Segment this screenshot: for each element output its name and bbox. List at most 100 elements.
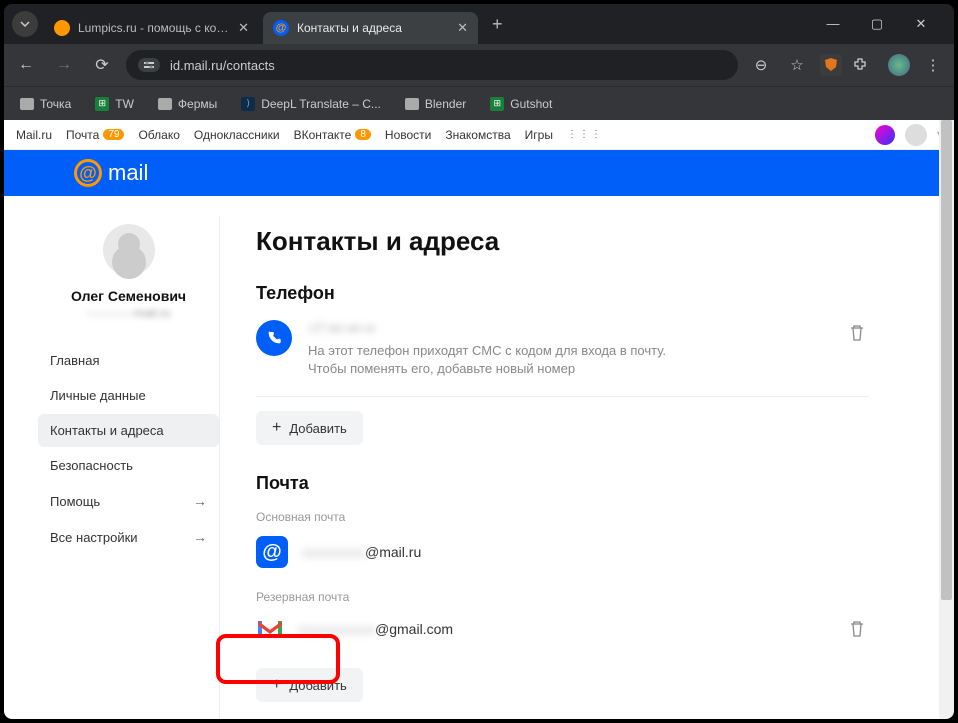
tab-close-button[interactable]: ✕ (457, 20, 468, 36)
topnav-link[interactable]: Игры (525, 128, 553, 142)
settings-panel: Контакты и адреса Телефон +7 ••• ••• •• … (219, 216, 919, 719)
bookmark-item[interactable]: Точка (14, 93, 77, 115)
mailru-icon: @ (256, 536, 288, 568)
add-email-button[interactable]: + Добавить (256, 668, 363, 702)
user-avatar[interactable] (103, 224, 155, 276)
zoom-icon[interactable]: ⊖ (748, 56, 774, 74)
vk-count-badge: 8 (355, 129, 371, 140)
sidebar-item[interactable]: Безопасность (38, 449, 219, 482)
service-avatar-icon[interactable] (875, 125, 895, 145)
delete-backup-email-button[interactable] (845, 616, 869, 642)
browser-titlebar: Lumpics.ru - помощь с компью ✕ @ Контакт… (4, 4, 954, 44)
primary-email-label: Основная почта (256, 510, 869, 524)
primary-email-row: @ xxxxxxxxx@mail.ru (256, 532, 869, 580)
extension-metamask-icon[interactable] (820, 54, 842, 76)
primary-email: xxxxxxxxx@mail.ru (302, 544, 421, 560)
new-tab-button[interactable]: + (482, 14, 513, 35)
address-bar[interactable]: id.mail.ru/contacts (126, 50, 738, 80)
arrow-right-icon: → (193, 493, 207, 509)
tab-close-button[interactable]: ✕ (238, 20, 249, 36)
sheets-icon: ⊞ (490, 97, 504, 111)
bookmark-item[interactable]: Blender (399, 93, 472, 115)
page-title: Контакты и адреса (256, 226, 869, 257)
sheets-icon: ⊞ (95, 97, 109, 111)
phone-row: +7 ••• ••• •• На этот телефон приходят С… (256, 320, 869, 397)
topnav-link[interactable]: Одноклассники (194, 128, 280, 142)
folder-icon (158, 98, 172, 110)
folder-icon (20, 98, 34, 110)
phone-section-heading: Телефон (256, 283, 869, 304)
bookmark-item[interactable]: Фермы (152, 93, 223, 115)
mail-count-badge: 79 (103, 129, 124, 140)
topnav-link[interactable]: Знакомства (445, 128, 510, 142)
topnav-apps-icon[interactable]: ⋮⋮⋮ (567, 129, 603, 140)
phone-description: На этот телефон приходят СМС с кодом для… (308, 342, 688, 378)
folder-icon (405, 98, 419, 110)
arrow-right-icon: → (193, 529, 207, 545)
sidebar-item-label: Личные данные (50, 388, 146, 403)
at-icon: @ (74, 159, 102, 187)
bookmark-item[interactable]: ⟩DeepL Translate – C... (235, 93, 387, 115)
page-content: Mail.ru Почта79 Облако Одноклассники ВКо… (4, 120, 954, 719)
backup-email-label: Резервная почта (256, 590, 869, 604)
tab-title: Lumpics.ru - помощь с компью (78, 21, 230, 35)
topnav-link[interactable]: ВКонтакте8 (294, 128, 371, 142)
window-maximize-button[interactable]: ▢ (864, 16, 890, 32)
window-minimize-button[interactable]: — (820, 16, 846, 32)
user-email: xxxxxxxxmail.ru (38, 306, 219, 320)
sidebar-item-label: Главная (50, 353, 99, 368)
browser-menu-button[interactable]: ⋮ (920, 56, 946, 74)
mail-logo[interactable]: @ mail (74, 159, 148, 187)
phone-number: +7 ••• ••• •• (308, 320, 829, 336)
browser-tab-1[interactable]: @ Контакты и адреса ✕ (263, 12, 478, 44)
user-avatar-icon[interactable] (905, 124, 927, 146)
plus-icon: + (272, 676, 281, 694)
sidebar-item-label: Контакты и адреса (50, 423, 164, 438)
bookmark-star-icon[interactable]: ☆ (784, 56, 810, 74)
topnav-link[interactable]: Mail.ru (16, 128, 52, 142)
mailru-topnav: Mail.ru Почта79 Облако Одноклассники ВКо… (4, 120, 954, 150)
tab-search-button[interactable] (12, 11, 38, 37)
bookmark-item[interactable]: ⊞Gutshot (484, 93, 558, 115)
site-settings-button[interactable] (138, 58, 160, 72)
sidebar-item[interactable]: Все настройки → (38, 520, 219, 554)
email-section-heading: Почта (256, 473, 869, 494)
topnav-link[interactable]: Новости (385, 128, 431, 142)
browser-tab-0[interactable]: Lumpics.ru - помощь с компью ✕ (44, 12, 259, 44)
deepl-icon: ⟩ (241, 97, 255, 111)
sidebar-item[interactable]: Контакты и адреса (38, 414, 219, 447)
address-url: id.mail.ru/contacts (170, 58, 275, 73)
sidebar-item-label: Помощь (50, 494, 100, 509)
add-phone-button[interactable]: + Добавить (256, 411, 363, 445)
delete-phone-button[interactable] (845, 320, 869, 346)
plus-icon: + (272, 419, 281, 437)
window-close-button[interactable]: ✕ (908, 16, 934, 32)
settings-sidebar: Олег Семенович xxxxxxxxmail.ru Главная Ли… (4, 216, 219, 719)
gmail-icon (256, 619, 284, 639)
topnav-link[interactable]: Почта79 (66, 128, 124, 142)
favicon-icon (54, 20, 70, 36)
profile-avatar-icon[interactable] (888, 54, 910, 76)
browser-toolbar: ← → ⟳ id.mail.ru/contacts ⊖ ☆ ⋮ (4, 44, 954, 86)
nav-reload-button[interactable]: ⟳ (88, 55, 116, 75)
bookmark-item[interactable]: ⊞TW (89, 93, 140, 115)
sidebar-item[interactable]: Главная (38, 344, 219, 377)
extensions-icon[interactable] (852, 57, 878, 73)
favicon-icon: @ (273, 20, 289, 36)
mail-header: @ mail (4, 150, 954, 196)
sidebar-item-label: Все настройки (50, 530, 138, 545)
sidebar-item-label: Безопасность (50, 458, 133, 473)
bookmarks-bar: Точка ⊞TW Фермы ⟩DeepL Translate – C... … (4, 86, 954, 120)
tab-title: Контакты и адреса (297, 21, 449, 35)
nav-forward-button[interactable]: → (50, 56, 78, 74)
sidebar-item[interactable]: Личные данные (38, 379, 219, 412)
backup-email-row: xxxxxxxxxxx@gmail.com (256, 612, 869, 654)
scrollbar-thumb[interactable] (941, 120, 952, 600)
backup-email: xxxxxxxxxxx@gmail.com (298, 621, 831, 637)
phone-icon (256, 320, 292, 356)
user-name: Олег Семенович (38, 288, 219, 304)
topnav-link[interactable]: Облако (138, 128, 179, 142)
scrollbar[interactable] (939, 120, 954, 719)
sidebar-item[interactable]: Помощь → (38, 484, 219, 518)
nav-back-button[interactable]: ← (12, 56, 40, 74)
